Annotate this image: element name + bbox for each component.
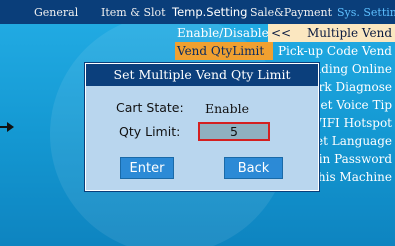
cart-state-value: Enable — [205, 101, 250, 116]
menu-item-vend-qty-limit[interactable]: Vend QtyLimit — [175, 42, 273, 60]
menu-item-pickup-code-vend[interactable]: Pick-up Code Vend — [268, 42, 395, 60]
menu-item-label: Multiple Vend — [306, 26, 392, 40]
cart-state-label: Cart State: — [116, 100, 184, 115]
dialog-title: Set Multiple Vend Qty Limit — [86, 64, 318, 86]
menu-item-multiple-vend[interactable]: << Multiple Vend — [268, 24, 395, 42]
tab-bar: General Item & Slot Temp.Setting Sale&Pa… — [0, 0, 395, 24]
back-arrow-text: << — [271, 26, 292, 40]
tab-sys-setting[interactable]: Sys. Setting — [337, 6, 395, 19]
screen: General Item & Slot Temp.Setting Sale&Pa… — [0, 0, 395, 246]
enter-button[interactable]: Enter — [120, 157, 174, 179]
qty-limit-input[interactable]: 5 — [198, 122, 270, 141]
qty-limit-label: Qty Limit: — [119, 124, 181, 139]
submenu-left: Enable/Disable Vend QtyLimit — [175, 24, 273, 60]
qty-limit-dialog: Set Multiple Vend Qty Limit Cart State: … — [85, 63, 319, 191]
tab-sale-payment[interactable]: Sale&Payment — [250, 6, 332, 19]
tab-general[interactable]: General — [34, 6, 78, 19]
menu-item-enable-disable[interactable]: Enable/Disable — [175, 24, 273, 42]
tab-temp-setting[interactable]: Temp.Setting — [172, 5, 247, 19]
tab-item-slot[interactable]: Item & Slot — [101, 6, 166, 19]
back-button[interactable]: Back — [224, 157, 283, 179]
arrow-right-icon — [0, 122, 14, 132]
